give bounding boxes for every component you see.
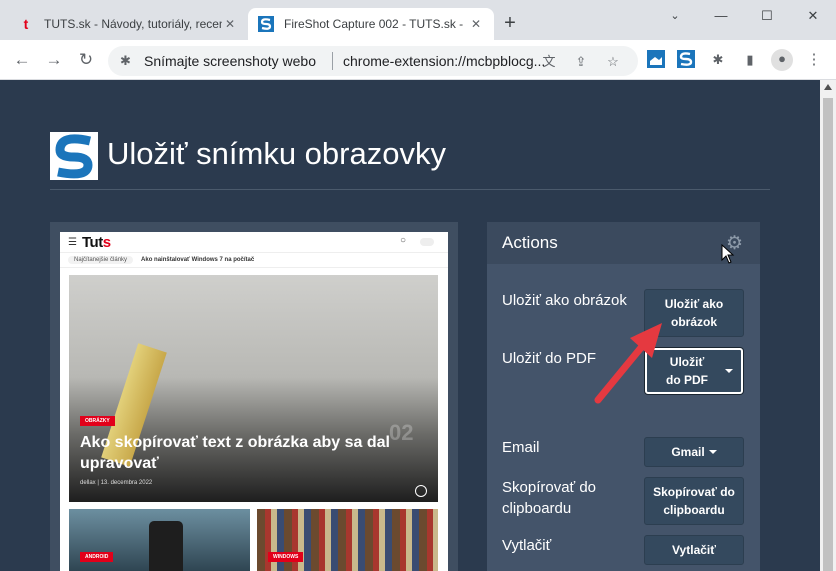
extensions-icon[interactable]: ✱ [708,50,728,70]
maximize-button[interactable]: ☐ [744,6,790,26]
side-panel-icon[interactable]: ▮ [740,50,760,70]
fireshot-extension-icon[interactable] [646,50,666,70]
close-icon[interactable]: ✕ [222,17,238,31]
extension-puzzle-icon: ✱ [120,53,131,68]
fireshot-s-icon[interactable] [676,50,696,70]
label-save-image: Uložiť ako obrázok [502,292,627,309]
new-tab-button[interactable]: + [498,12,522,36]
page-scrollbar[interactable] [820,80,836,571]
preview-card-android: ANDROID [69,509,250,571]
omnibox-divider [332,52,333,70]
close-window-button[interactable]: ✕ [790,6,836,26]
tuts-favicon-icon: t [23,16,29,32]
phone-image [149,521,183,571]
bookmark-star-icon[interactable]: ☆ [604,53,622,71]
gmail-button[interactable]: Gmail [644,437,744,467]
tab-strip: t TUTS.sk - Návody, tutoriály, recen ✕ F… [0,0,836,40]
logo-main: Tut [82,233,103,251]
hamburger-icon: ☰ [68,236,77,248]
scroll-up-icon[interactable] [824,84,832,90]
reload-icon[interactable]: ↻ [76,50,96,70]
address-bar[interactable]: ✱ Snímajte screenshoty webo chrome-exten… [108,46,638,76]
actions-title: Actions [502,233,558,252]
omnibox-label: Snímajte screenshoty webo [144,53,316,69]
screenshot-preview[interactable]: ☰ Tuts ○ Najčítanejšie články Ako nainšt… [60,232,448,571]
card-tag: ANDROID [80,552,114,562]
tab-search-icon[interactable]: ⌄ [652,6,698,26]
label-print: Vytlačiť [502,537,552,554]
preview-site-header: ☰ Tuts ○ [60,232,448,252]
hero-title: Ako skopírovať text z obrázka aby sa dal… [80,434,390,472]
logo-accent: s [102,233,111,251]
card-tag: WINDOWS [268,552,304,562]
header-divider [50,189,770,190]
print-button[interactable]: Vytlačiť [644,535,744,565]
hero-category-tag: OBRÁZKY [80,416,115,426]
scrollbar-thumb[interactable] [823,98,833,571]
tab-title: FireShot Capture 002 - TUTS.sk - [284,17,464,31]
profile-avatar-icon[interactable]: ● [771,49,793,71]
preview-site-logo: Tuts [82,234,111,251]
tab-fireshot[interactable]: FireShot Capture 002 - TUTS.sk - ✕ [248,8,494,40]
label-email: Email [502,439,540,456]
actions-header: Actions ⚙ [487,222,760,264]
gmail-button-label: Gmail [671,445,705,459]
share-icon[interactable]: ⇪ [572,53,590,71]
fireshot-favicon-icon [258,16,274,32]
dropdown-caret-icon [708,450,717,454]
preview-hero-article: 02 OBRÁZKY Ako skopírovať text z obrázka… [69,275,438,502]
back-icon[interactable]: ← [12,50,32,70]
url-text: chrome-extension://mcbpblocg... [343,53,546,69]
close-icon[interactable]: ✕ [468,17,484,31]
theme-toggle [420,238,434,246]
label-copy-clipboard: Skopírovať do clipboardu [502,479,597,517]
annotation-arrow-icon [594,323,662,404]
trending-title: Ako nainštalovať Windows 7 na počítač [141,257,255,263]
print-button-label: Vytlačiť [672,543,716,557]
hero-meta: dellax | 13. decembra 2022 [80,480,153,486]
page-title: Uložiť snímku obrazovky [107,136,446,171]
copy-clipboard-button-label: Skopírovať do clipboardu [653,485,735,517]
tab-title: TUTS.sk - Návody, tutoriály, recen [44,17,222,31]
popular-pill: Najčítanejšie články [68,256,134,264]
preview-trending-bar: Najčítanejšie články Ako nainštalovať Wi… [60,252,448,268]
preview-card-windows: WINDOWS [257,509,438,571]
translate-icon[interactable]: 文 [540,53,558,71]
minimize-button[interactable]: — [698,6,744,26]
forward-icon[interactable]: → [44,50,64,70]
dropdown-caret-icon [725,369,733,373]
menu-kebab-icon[interactable]: ⋮ [804,50,824,70]
search-icon: ○ [400,235,407,246]
copy-clipboard-button[interactable]: Skopírovať do clipboardu [644,477,744,525]
mouse-cursor-icon [721,244,735,264]
tab-tuts[interactable]: t TUTS.sk - Návody, tutoriály, recen ✕ [8,8,248,40]
play-icon [415,485,427,497]
fireshot-logo [50,132,98,180]
